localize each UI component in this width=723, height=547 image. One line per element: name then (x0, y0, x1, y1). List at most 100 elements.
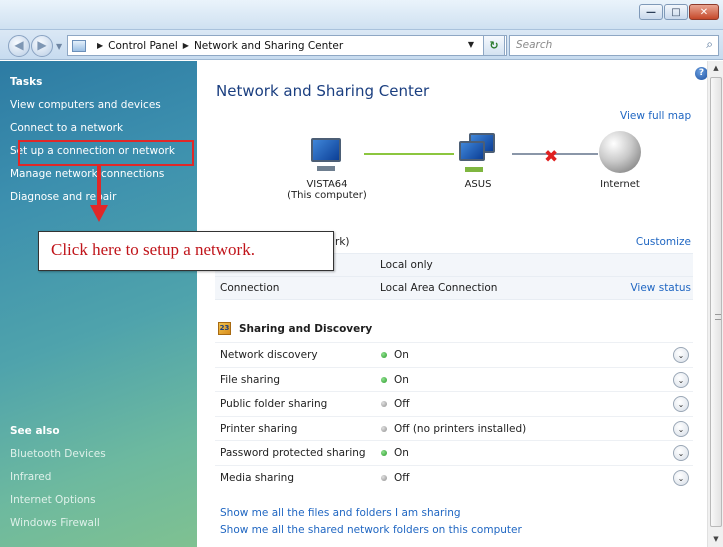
map-node-internet: Internet (582, 179, 658, 190)
scrollbar-thumb[interactable] (710, 77, 722, 527)
back-button[interactable]: ◀ (8, 35, 30, 57)
see-also-bluetooth[interactable]: Bluetooth Devices (10, 448, 106, 460)
maximize-icon: □ (671, 6, 681, 18)
status-off-icon (381, 474, 387, 481)
sharing-label: File sharing (220, 373, 281, 386)
computer-icon[interactable] (305, 136, 355, 176)
sharing-status: Off (381, 472, 410, 484)
breadcrumb-separator-icon[interactable]: ▶ (183, 41, 189, 50)
breadcrumb-network-sharing[interactable]: Network and Sharing Center (194, 40, 343, 52)
expand-icon[interactable]: ⌄ (673, 420, 689, 437)
expand-icon[interactable]: ⌄ (673, 445, 689, 461)
sharing-row-media: Media sharing Off ⌄ (215, 464, 693, 490)
property-value: Local only (380, 259, 433, 271)
callout-text: Click here to setup a network. (51, 240, 255, 259)
show-shared-folders-link[interactable]: Show me all the shared network folders o… (220, 524, 522, 536)
sharing-row-file-sharing: File sharing On ⌄ (215, 366, 693, 392)
see-also-windows-firewall[interactable]: Windows Firewall (10, 517, 100, 529)
customize-link[interactable]: Customize (636, 236, 691, 248)
status-on-icon (381, 450, 387, 456)
expand-icon[interactable]: ⌄ (673, 469, 689, 486)
refresh-button[interactable]: ↻ (483, 35, 505, 56)
close-icon: ✕ (699, 6, 709, 18)
property-value: Local Area Connection (380, 282, 498, 294)
connection-row: Connection Local Area Connection View st… (215, 277, 693, 300)
sharing-status-text: Off (394, 471, 410, 484)
control-panel-icon (72, 39, 86, 52)
show-shared-files-link[interactable]: Show me all the files and folders I am s… (220, 507, 461, 519)
search-icon[interactable]: ⌕ (706, 37, 713, 52)
forward-arrow-icon: ▶ (37, 38, 47, 52)
node-sublabel: (This computer) (287, 190, 367, 201)
node-label: Internet (600, 179, 640, 190)
sharing-label: Network discovery (220, 349, 318, 361)
see-also-header: See also (10, 425, 60, 437)
sharing-row-password-protected: Password protected sharing On ⌄ (215, 440, 693, 465)
sharing-label: Password protected sharing (220, 447, 366, 459)
expand-icon[interactable]: ⌄ (673, 347, 689, 363)
sharing-status: On (381, 447, 409, 459)
search-placeholder: Search (516, 39, 553, 51)
task-view-computers[interactable]: View computers and devices (10, 99, 161, 111)
sharing-status-text: On (394, 373, 409, 386)
minimize-button[interactable]: — (639, 4, 663, 20)
grip-icon (715, 314, 721, 320)
sharing-status-text: On (394, 349, 409, 361)
sharing-status-text: Off (no printers installed) (394, 422, 527, 435)
task-manage-connections[interactable]: Manage network connections (10, 168, 164, 180)
map-node-vista64: VISTA64 (This computer) (282, 179, 372, 201)
title-bar: — □ ✕ (0, 0, 723, 30)
task-pane: Tasks View computers and devices Connect… (0, 61, 197, 547)
sharing-status-text: On (394, 447, 409, 459)
scroll-up-icon[interactable]: ▲ (708, 64, 723, 72)
sharing-icon: 23 (218, 322, 231, 335)
breadcrumb-separator-icon[interactable]: ▶ (97, 41, 103, 50)
sharing-label: Media sharing (220, 471, 294, 484)
map-node-asus: ASUS (440, 179, 516, 190)
scroll-down-icon[interactable]: ▼ (708, 535, 723, 543)
sharing-row-network-discovery: Network discovery On ⌄ (215, 342, 693, 367)
view-full-map-link[interactable]: View full map (620, 110, 691, 122)
close-button[interactable]: ✕ (689, 4, 719, 20)
arrow-shaft (97, 166, 101, 208)
sharing-row-public-folder: Public folder sharing Off ⌄ (215, 391, 693, 416)
status-on-icon (381, 376, 387, 383)
back-arrow-icon: ◀ (14, 38, 24, 52)
status-off-icon (381, 425, 387, 432)
node-label: VISTA64 (306, 179, 348, 190)
sharing-header-label: Sharing and Discovery (239, 322, 373, 335)
maximize-button[interactable]: □ (664, 4, 688, 20)
see-also-infrared[interactable]: Infrared (10, 471, 51, 483)
address-dropdown-icon[interactable]: ▼ (468, 40, 474, 49)
sharing-status-text: Off (394, 398, 410, 410)
view-status-link[interactable]: View status (630, 282, 691, 294)
status-off-icon (381, 401, 387, 407)
task-connect-network[interactable]: Connect to a network (10, 122, 123, 134)
down-arrow-icon (90, 205, 108, 222)
expand-icon[interactable]: ⌄ (673, 371, 689, 388)
vertical-scrollbar[interactable]: ▲ ▼ (707, 61, 723, 547)
page-title: Network and Sharing Center (216, 82, 430, 100)
red-x-icon[interactable]: ✖ (544, 147, 558, 167)
status-on-icon (381, 352, 387, 358)
sharing-row-printer: Printer sharing Off (no printers install… (215, 415, 693, 441)
search-input[interactable]: Search ⌕ (509, 35, 719, 56)
address-toolbar: ◀ ▶ ▼ ▶ Control Panel ▶ Network and Shar… (0, 30, 723, 60)
sharing-discovery-header: 23 Sharing and Discovery (218, 322, 372, 335)
sharing-status: Off (no printers installed) (381, 423, 526, 435)
expand-icon[interactable]: ⌄ (673, 396, 689, 412)
breadcrumb-control-panel[interactable]: Control Panel (108, 40, 178, 52)
network-name: rk) (335, 236, 350, 248)
sharing-status: Off (381, 398, 410, 410)
globe-icon[interactable] (599, 131, 641, 173)
network-computers-icon[interactable] (455, 133, 505, 177)
see-also-internet-options[interactable]: Internet Options (10, 494, 96, 506)
recent-pages-dropdown-icon[interactable]: ▼ (56, 42, 62, 51)
minimize-icon: — (646, 6, 656, 18)
property-label: Connection (220, 282, 280, 294)
window-controls: — □ ✕ (639, 4, 719, 20)
address-field[interactable]: ▶ Control Panel ▶ Network and Sharing Ce… (67, 35, 507, 56)
forward-button[interactable]: ▶ (31, 35, 53, 57)
refresh-icon: ↻ (489, 39, 499, 52)
sharing-status: On (381, 349, 409, 361)
